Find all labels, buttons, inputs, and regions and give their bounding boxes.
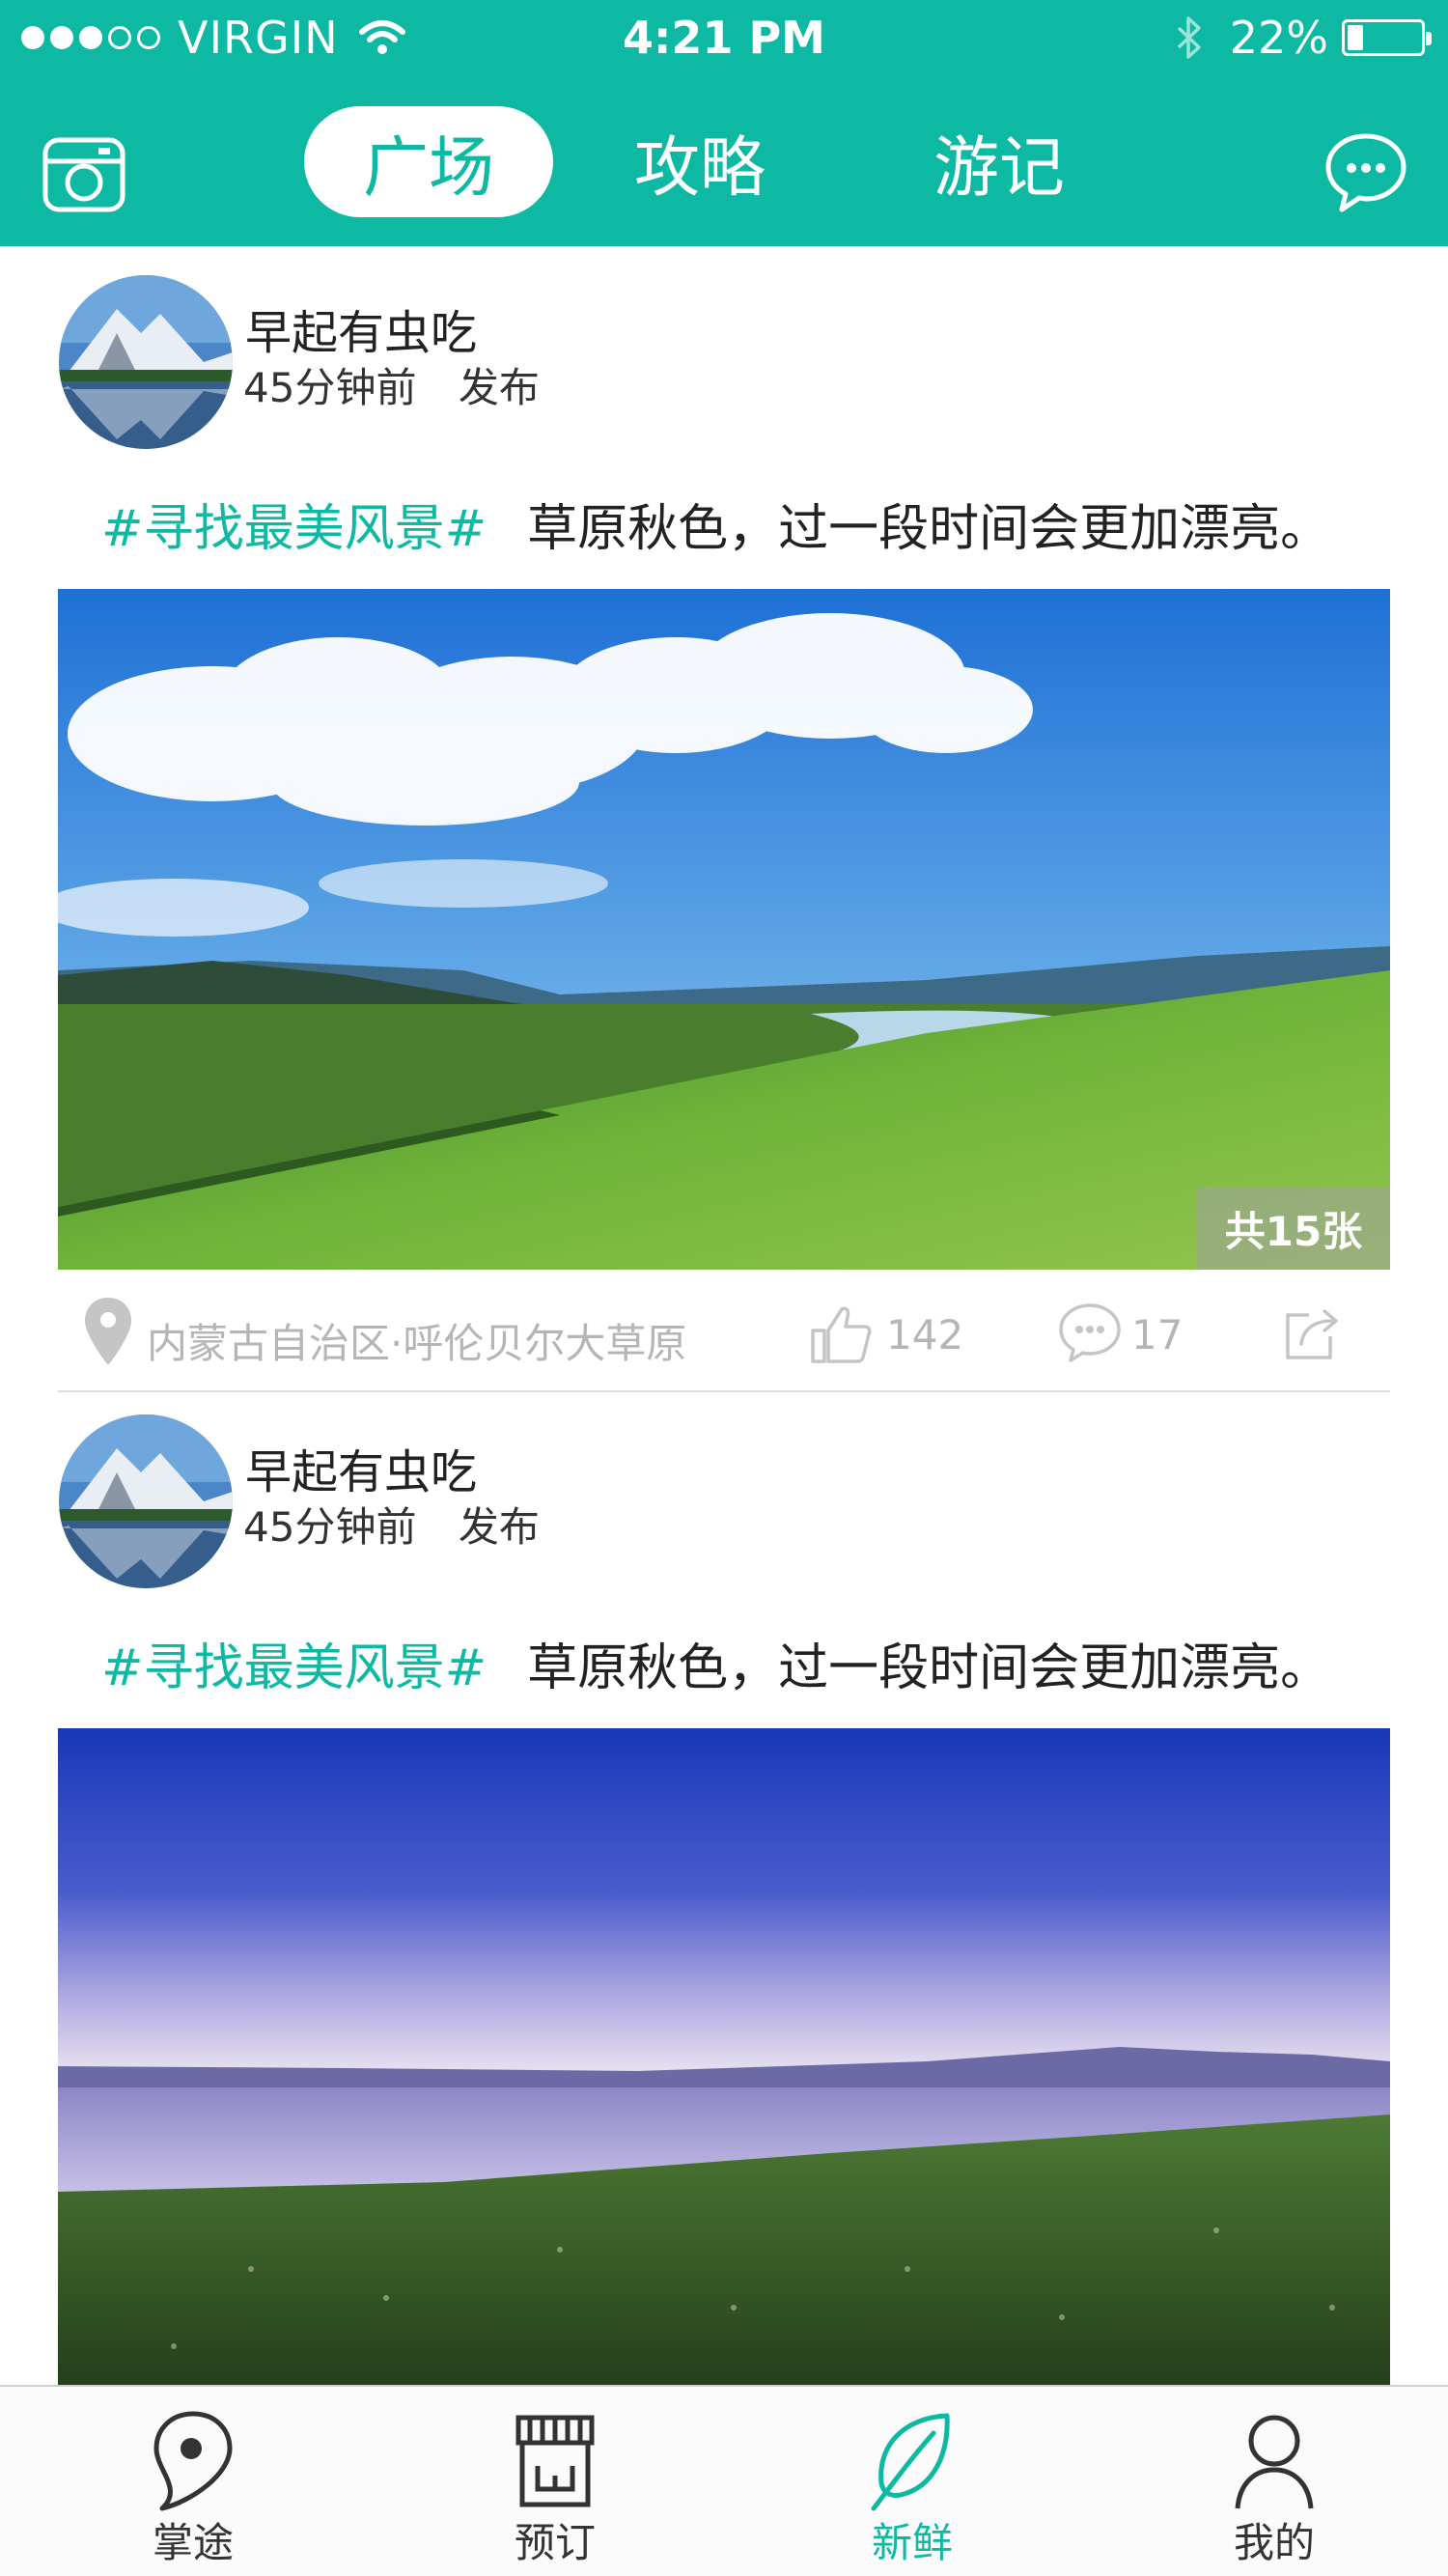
nav-item-booking[interactable]: 预订	[410, 2387, 700, 2576]
avatar[interactable]	[59, 275, 233, 449]
bluetooth-icon	[1177, 16, 1201, 59]
post-content: 草原秋色，过一段时间会更加漂亮。	[527, 1639, 1331, 1697]
map-pin-icon	[153, 2411, 233, 2511]
leaf-icon	[871, 2413, 950, 2511]
post-action: 发布	[458, 1503, 540, 1551]
nav-item-explore[interactable]: 掌途	[48, 2387, 338, 2576]
status-bar: VIRGIN 4:21 PM 22%	[0, 0, 1448, 77]
post-photo[interactable]: 共15张	[58, 589, 1390, 1270]
app-header: VIRGIN 4:21 PM 22% 广场 攻略 游记	[0, 0, 1448, 246]
nav-label: 新鲜	[871, 2519, 953, 2566]
thumbs-up-icon[interactable]	[809, 1302, 873, 1365]
avatar[interactable]	[59, 1414, 233, 1588]
comment-count: 17	[1131, 1311, 1183, 1358]
hashtag-link[interactable]: #寻找最美风景#	[101, 1639, 487, 1697]
nav-label: 我的	[1233, 2519, 1315, 2566]
feed-post: 早起有虫吃 45分钟前 发布 #寻找最美风景# 草原秋色，过一段时间会更加漂亮。	[0, 246, 1448, 1395]
nav-item-mine[interactable]: 我的	[1129, 2387, 1419, 2576]
share-icon[interactable]	[1282, 1302, 1344, 1363]
user-name[interactable]: 早起有虫吃	[245, 1434, 477, 1501]
tab-travel-notes[interactable]: 游记	[883, 106, 1115, 217]
camera-icon[interactable]	[41, 128, 127, 215]
post-text: #寻找最美风景# 草原秋色，过一段时间会更加漂亮。	[101, 488, 1330, 560]
post-actions: 内蒙古自治区·呼伦贝尔大草原 142 17	[0, 1274, 1448, 1395]
post-content: 草原秋色，过一段时间会更加漂亮。	[527, 500, 1331, 558]
battery-level	[1348, 25, 1364, 50]
post-time: 45分钟前	[243, 364, 417, 411]
store-icon	[515, 2415, 595, 2507]
nav-label: 掌途	[152, 2519, 234, 2566]
header-tabs: 广场 攻略 游记	[304, 106, 1115, 217]
post-time: 45分钟前	[243, 1503, 417, 1551]
tab-square[interactable]: 广场	[304, 106, 553, 217]
post-action: 发布	[458, 364, 540, 411]
location-pin-icon	[85, 1298, 131, 1365]
tab-guides[interactable]: 攻略	[584, 106, 816, 217]
nav-label: 预订	[514, 2519, 596, 2566]
battery-percentage: 22%	[1229, 12, 1328, 64]
feed-post: 早起有虫吃 45分钟前 发布 #寻找最美风景# 草原秋色，过一段时间会更加漂亮。	[0, 1386, 1448, 2385]
person-icon	[1235, 2415, 1314, 2509]
comment-icon[interactable]	[1057, 1302, 1123, 1363]
nav-item-fresh[interactable]: 新鲜	[767, 2387, 1057, 2576]
bottom-tab-bar: 掌途 预订 新鲜 我的	[0, 2385, 1448, 2576]
post-text: #寻找最美风景# 草原秋色，过一段时间会更加漂亮。	[101, 1627, 1330, 1699]
status-right: 22%	[1176, 12, 1432, 64]
photo-count-badge: 共15张	[1197, 1188, 1390, 1270]
location-text[interactable]: 内蒙古自治区·呼伦贝尔大草原	[147, 1311, 686, 1370]
hashtag-link[interactable]: #寻找最美风景#	[101, 500, 487, 558]
post-photo[interactable]	[58, 1728, 1390, 2385]
user-name[interactable]: 早起有虫吃	[245, 294, 477, 362]
like-count: 142	[886, 1311, 964, 1358]
post-meta: 45分钟前 发布	[243, 1495, 540, 1554]
post-meta: 45分钟前 发布	[243, 355, 540, 414]
chat-bubble-icon[interactable]	[1323, 128, 1409, 215]
battery-icon	[1342, 19, 1432, 56]
